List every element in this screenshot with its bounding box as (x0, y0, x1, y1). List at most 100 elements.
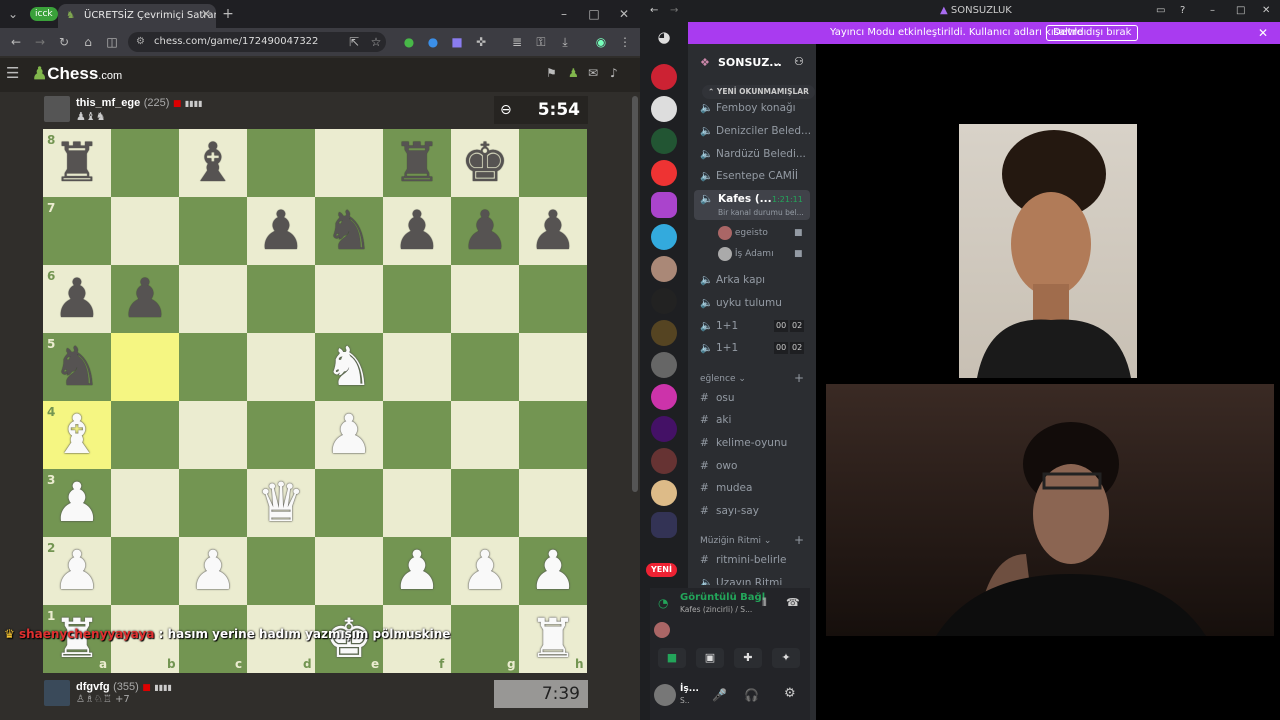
black-piece-g7[interactable]: ♟ (451, 197, 519, 265)
server-icon[interactable] (651, 64, 677, 90)
voice-channel[interactable]: 🔈 Femboy konağı (700, 98, 812, 118)
extension-icon[interactable]: ■ (450, 28, 464, 56)
noise-suppression-icon[interactable]: ⦀ (762, 596, 767, 610)
text-channel[interactable]: # mudea (700, 478, 812, 498)
forward-icon[interactable]: → (32, 28, 48, 56)
voice-channel[interactable]: 🔈 1+1 00 02 (700, 316, 812, 336)
board-square-h4[interactable] (519, 401, 587, 469)
active-voice-channel[interactable]: 🔈 Kafes (... 1:21:11 Bir kanal durumu be… (694, 190, 810, 220)
board-square-d2[interactable] (247, 537, 315, 605)
minimize-button[interactable]: – (1210, 0, 1215, 22)
black-piece-e7[interactable]: ♞ (315, 197, 383, 265)
voice-channel[interactable]: 🔈 Nardüzü Beledi... (700, 144, 812, 164)
category-header[interactable]: Müziğin Ritmi ⌄ (700, 536, 771, 546)
maximize-button[interactable]: □ (1236, 0, 1245, 22)
profile-badge[interactable]: icck (30, 7, 58, 21)
unread-pill[interactable]: ⌃ YENİ OKUNMAMIŞLAR (702, 85, 815, 99)
white-piece-c2[interactable]: ♟ (179, 537, 247, 605)
black-piece-c8[interactable]: ♝ (179, 129, 247, 197)
close-window-button[interactable]: ✕ (1262, 0, 1270, 22)
white-piece-d3[interactable]: ♛ (247, 469, 315, 537)
add-channel-icon[interactable]: + (794, 533, 804, 547)
voice-channel[interactable]: 🔈 Arka kapı (700, 270, 812, 290)
white-piece-h2[interactable]: ♟ (519, 537, 587, 605)
voice-channel[interactable]: 🔈 uyku tulumu (700, 293, 812, 313)
server-icon[interactable] (651, 128, 677, 154)
extension-icon[interactable]: ● (402, 28, 416, 56)
text-channel[interactable]: # owo (700, 456, 812, 476)
board-square-d8[interactable] (247, 129, 315, 197)
home-icon[interactable]: ⌂ (80, 28, 96, 56)
forward-icon[interactable]: → (670, 0, 678, 22)
board-square-h6[interactable] (519, 265, 587, 333)
black-piece-a6[interactable]: ♟ (43, 265, 111, 333)
top-player-info[interactable]: this_mf_ege (225) ■ ▮▮▮▮ (76, 96, 203, 109)
bookmark-star-icon[interactable]: ☆ (368, 28, 384, 56)
board-square-d6[interactable] (247, 265, 315, 333)
black-piece-d7[interactable]: ♟ (247, 197, 315, 265)
menu-kebab-icon[interactable]: ⋮ (618, 28, 632, 56)
board-square-f3[interactable] (383, 469, 451, 537)
back-icon[interactable]: ← (650, 0, 658, 22)
extension-icon[interactable]: ● (426, 28, 440, 56)
server-icon[interactable] (651, 480, 677, 506)
page-scrollbar[interactable] (632, 96, 638, 492)
board-square-b4[interactable] (111, 401, 179, 469)
board-square-b2[interactable] (111, 537, 179, 605)
text-channel[interactable]: # ritmini-belirle (700, 550, 812, 570)
server-icon-selected[interactable] (651, 192, 677, 218)
text-channel[interactable]: # aki (700, 410, 812, 430)
black-piece-g8[interactable]: ♚ (451, 129, 519, 197)
server-icon[interactable] (651, 384, 677, 410)
board-square-e8[interactable] (315, 129, 383, 197)
voice-channel[interactable]: 🔈 Denizciler Beled... (700, 121, 812, 141)
server-icon[interactable] (651, 416, 677, 442)
text-channel[interactable]: # osu (700, 388, 812, 408)
server-icon[interactable] (651, 320, 677, 346)
guild-header[interactable]: ❖ SONSUZ... ⌄ ⚇ (688, 50, 816, 74)
text-channel[interactable]: # sayı-say (700, 501, 812, 521)
disable-streamer-mode-button[interactable]: Devre dışı bırak (1046, 25, 1139, 41)
black-piece-f7[interactable]: ♟ (383, 197, 451, 265)
add-channel-icon[interactable]: + (794, 371, 804, 385)
voice-channel[interactable]: 🔈 1+1 00 02 (700, 338, 812, 358)
gear-icon[interactable]: ⚙ (784, 686, 796, 701)
category-header[interactable]: eğlence ⌄ (700, 374, 746, 384)
tab-list-icon[interactable]: ⌄ (4, 0, 22, 28)
profile-avatar-icon[interactable]: ◉ (594, 28, 608, 56)
board-square-e2[interactable] (315, 537, 383, 605)
password-key-icon[interactable]: ⚿ (534, 28, 548, 56)
hamburger-menu-icon[interactable]: ☰ (6, 66, 22, 81)
white-piece-f2[interactable]: ♟ (383, 537, 451, 605)
text-channel[interactable]: # kelime-oyunu (700, 433, 812, 453)
webcam-tile-guest[interactable] (826, 384, 1274, 636)
server-folder-icon[interactable] (651, 512, 677, 538)
reload-icon[interactable]: ↻ (56, 28, 72, 56)
board-square-f6[interactable] (383, 265, 451, 333)
help-icon[interactable]: ? (1180, 0, 1185, 22)
new-badge[interactable]: YENİ (646, 563, 677, 577)
analysis-icon[interactable]: ⚑ (546, 66, 557, 80)
board-square-b5[interactable] (111, 333, 179, 401)
board-square-f5[interactable] (383, 333, 451, 401)
server-icon[interactable] (651, 224, 677, 250)
white-piece-a4[interactable]: ♝ (43, 401, 111, 469)
board-square-c5[interactable] (179, 333, 247, 401)
board-square-e3[interactable] (315, 469, 383, 537)
voice-channel[interactable]: 🔈 Uzayın Ritmi (700, 573, 812, 585)
screen-share-button[interactable]: ▣ (696, 648, 724, 668)
server-icon[interactable] (651, 160, 677, 186)
close-icon[interactable]: ✕ (1258, 22, 1268, 44)
invite-icon[interactable]: ⚇ (794, 55, 804, 68)
server-icon[interactable] (651, 448, 677, 474)
board-square-f4[interactable] (383, 401, 451, 469)
white-piece-e4[interactable]: ♟ (315, 401, 383, 469)
board-square-h5[interactable] (519, 333, 587, 401)
server-icon[interactable] (651, 288, 677, 314)
messages-icon[interactable]: ✉ (588, 66, 598, 80)
bottom-player-info[interactable]: dfgvfg (355) ■ ▮▮▮▮ (76, 680, 172, 693)
voice-member[interactable]: İş Adamı ■ (718, 246, 810, 262)
board-square-b8[interactable] (111, 129, 179, 197)
white-piece-a3[interactable]: ♟ (43, 469, 111, 537)
board-square-c7[interactable] (179, 197, 247, 265)
